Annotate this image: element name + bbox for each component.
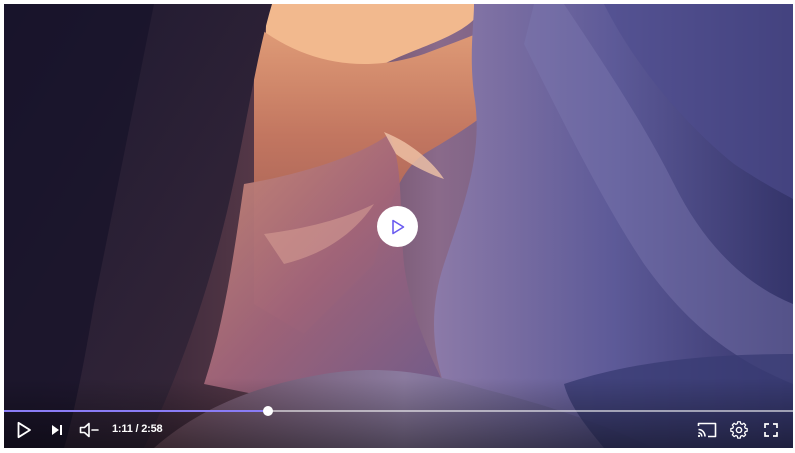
fullscreen-icon — [764, 423, 778, 437]
volume-button[interactable] — [78, 419, 100, 441]
volume-muted-icon — [79, 422, 99, 438]
center-play-button[interactable] — [377, 206, 418, 247]
play-icon — [391, 219, 404, 234]
play-button[interactable] — [13, 419, 35, 441]
cast-icon — [697, 422, 717, 438]
next-button[interactable] — [46, 419, 68, 441]
progress-played — [4, 410, 269, 412]
control-bar: 1:11 / 2:58 — [4, 416, 793, 444]
settings-button[interactable] — [728, 419, 750, 441]
play-icon — [17, 421, 31, 439]
video-player[interactable]: 1:11 / 2:58 — [4, 4, 793, 448]
fullscreen-button[interactable] — [760, 419, 782, 441]
time-display: 1:11 / 2:58 — [112, 423, 163, 435]
duration: 2:58 — [141, 423, 163, 435]
skip-next-icon — [52, 425, 62, 435]
current-time: 1:11 — [112, 423, 133, 435]
gear-icon — [730, 421, 748, 439]
cast-button[interactable] — [696, 419, 718, 441]
progress-bar[interactable] — [4, 406, 793, 416]
time-separator: / — [132, 423, 142, 435]
